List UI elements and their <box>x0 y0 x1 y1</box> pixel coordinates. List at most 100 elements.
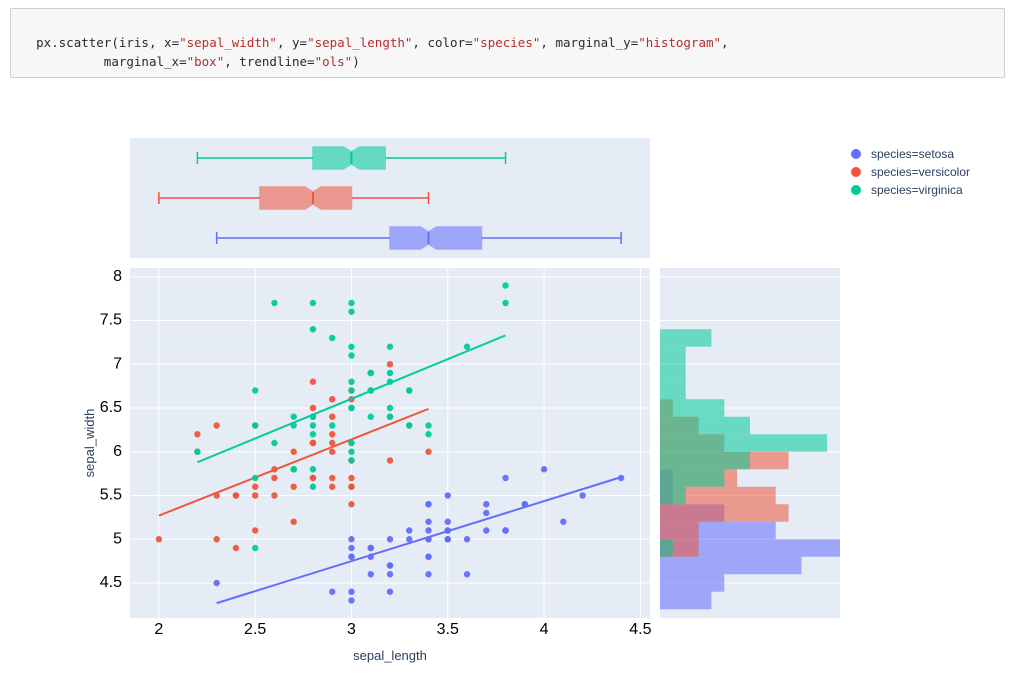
scatter-dot[interactable] <box>348 309 354 315</box>
scatter-dot[interactable] <box>368 370 374 376</box>
scatter-dot[interactable] <box>425 501 431 507</box>
scatter-dot[interactable] <box>483 510 489 516</box>
hist-bar[interactable] <box>660 452 750 470</box>
scatter-dot[interactable] <box>310 423 316 429</box>
scatter-dot[interactable] <box>252 388 258 394</box>
scatter-dot[interactable] <box>387 571 393 577</box>
hist-bar[interactable] <box>660 365 686 383</box>
scatter-dot[interactable] <box>329 335 335 341</box>
scatter-dot[interactable] <box>541 466 547 472</box>
scatter-dot[interactable] <box>425 423 431 429</box>
scatter-dot[interactable] <box>233 493 239 499</box>
hist-bar[interactable] <box>660 522 699 540</box>
scatter-dot[interactable] <box>387 414 393 420</box>
scatter-dot[interactable] <box>310 405 316 411</box>
scatter-dot[interactable] <box>502 300 508 306</box>
scatter-dot[interactable] <box>445 493 451 499</box>
scatter-dot[interactable] <box>348 344 354 350</box>
scatter-dot[interactable] <box>329 484 335 490</box>
scatter-dot[interactable] <box>291 519 297 525</box>
scatter-dot[interactable] <box>387 361 393 367</box>
scatter-dot[interactable] <box>502 283 508 289</box>
scatter-dot[interactable] <box>387 344 393 350</box>
scatter-dot[interactable] <box>252 475 258 481</box>
scatter-dot[interactable] <box>560 519 566 525</box>
scatter-dot[interactable] <box>368 571 374 577</box>
scatter-dot[interactable] <box>579 493 585 499</box>
scatter-dot[interactable] <box>348 589 354 595</box>
scatter-dot[interactable] <box>425 571 431 577</box>
scatter-dot[interactable] <box>387 370 393 376</box>
scatter-dot[interactable] <box>348 554 354 560</box>
scatter-dot[interactable] <box>445 519 451 525</box>
scatter-dot[interactable] <box>194 449 200 455</box>
scatter-dot[interactable] <box>329 423 335 429</box>
scatter-dot[interactable] <box>348 353 354 359</box>
scatter-dot[interactable] <box>387 458 393 464</box>
scatter-dot[interactable] <box>310 466 316 472</box>
scatter-dot[interactable] <box>310 484 316 490</box>
scatter-dot[interactable] <box>329 589 335 595</box>
box-body[interactable] <box>260 187 351 209</box>
hist-bar[interactable] <box>660 400 724 418</box>
scatter-dot[interactable] <box>406 423 412 429</box>
scatter-dot[interactable] <box>194 431 200 437</box>
scatter-dot[interactable] <box>387 536 393 542</box>
plotly-chart[interactable]: 22.533.544.54.555.566.577.58sepal_length… <box>80 138 980 698</box>
scatter-dot[interactable] <box>483 528 489 534</box>
scatter-dot[interactable] <box>271 493 277 499</box>
scatter-dot[interactable] <box>348 484 354 490</box>
scatter-dot[interactable] <box>406 528 412 534</box>
box-body[interactable] <box>313 147 385 169</box>
scatter-dot[interactable] <box>291 484 297 490</box>
scatter-dot[interactable] <box>425 528 431 534</box>
scatter-dot[interactable] <box>387 589 393 595</box>
hist-bar[interactable] <box>660 557 801 575</box>
scatter-dot[interactable] <box>252 493 258 499</box>
hist-bar[interactable] <box>660 382 686 400</box>
scatter-dot[interactable] <box>310 326 316 332</box>
legend-item[interactable]: species=versicolor <box>851 165 970 179</box>
scatter-dot[interactable] <box>348 379 354 385</box>
scatter-dot[interactable] <box>348 449 354 455</box>
scatter-dot[interactable] <box>291 449 297 455</box>
scatter-dot[interactable] <box>368 414 374 420</box>
scatter-dot[interactable] <box>156 536 162 542</box>
hist-bar[interactable] <box>660 470 724 488</box>
scatter-dot[interactable] <box>348 598 354 604</box>
scatter-dot[interactable] <box>329 475 335 481</box>
hist-bar[interactable] <box>660 330 711 348</box>
hist-bar[interactable] <box>660 505 789 523</box>
scatter-dot[interactable] <box>387 563 393 569</box>
hist-bar[interactable] <box>660 540 673 558</box>
scatter-dot[interactable] <box>329 431 335 437</box>
scatter-dot[interactable] <box>252 423 258 429</box>
scatter-dot[interactable] <box>406 388 412 394</box>
scatter-dot[interactable] <box>368 545 374 551</box>
scatter-dot[interactable] <box>348 458 354 464</box>
box-body[interactable] <box>390 227 481 249</box>
scatter-dot[interactable] <box>213 536 219 542</box>
hist-bar[interactable] <box>660 575 724 593</box>
scatter-dot[interactable] <box>271 440 277 446</box>
scatter-dot[interactable] <box>310 475 316 481</box>
scatter-dot[interactable] <box>464 536 470 542</box>
scatter-dot[interactable] <box>310 379 316 385</box>
scatter-dot[interactable] <box>425 519 431 525</box>
scatter-dot[interactable] <box>213 423 219 429</box>
scatter-dot[interactable] <box>348 300 354 306</box>
scatter-dot[interactable] <box>445 536 451 542</box>
scatter-dot[interactable] <box>271 300 277 306</box>
scatter-dot[interactable] <box>252 545 258 551</box>
scatter-dot[interactable] <box>329 449 335 455</box>
scatter-dot[interactable] <box>329 396 335 402</box>
scatter-dot[interactable] <box>329 414 335 420</box>
scatter-dot[interactable] <box>483 501 489 507</box>
scatter-dot[interactable] <box>291 414 297 420</box>
scatter-dot[interactable] <box>233 545 239 551</box>
scatter-dot[interactable] <box>252 484 258 490</box>
scatter-dot[interactable] <box>348 388 354 394</box>
scatter-dot[interactable] <box>271 475 277 481</box>
scatter-dot[interactable] <box>464 571 470 577</box>
scatter-dot[interactable] <box>310 440 316 446</box>
